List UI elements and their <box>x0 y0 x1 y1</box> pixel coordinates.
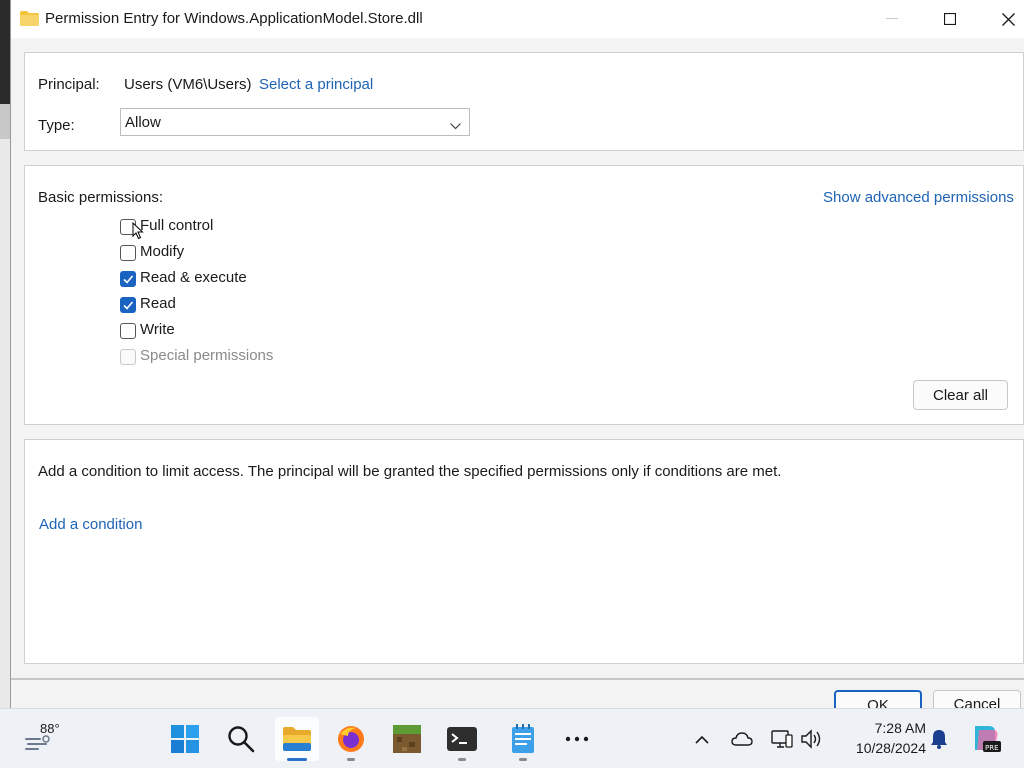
taskbar-file-explorer[interactable] <box>275 717 319 761</box>
volume-tray[interactable] <box>798 725 826 753</box>
checkmark-icon <box>123 301 134 310</box>
condition-description: Add a condition to limit access. The pri… <box>38 463 782 480</box>
show-hidden-icons-button[interactable] <box>688 725 716 753</box>
permission-label: Write <box>140 321 175 338</box>
type-label: Type: <box>38 117 75 134</box>
permissions-panel: Basic permissions: Show advanced permiss… <box>24 165 1024 425</box>
file-explorer-icon <box>283 727 311 751</box>
taskbar-terminal[interactable] <box>440 717 484 761</box>
clock[interactable]: 7:28 AM 10/28/2024 <box>836 718 926 758</box>
weather-widget[interactable]: 88° <box>22 719 72 759</box>
add-condition-link[interactable]: Add a condition <box>39 516 142 533</box>
basic-permissions-heading: Basic permissions: <box>38 189 164 206</box>
special-permissions-checkbox <box>120 349 136 365</box>
taskbar-start[interactable] <box>163 717 207 761</box>
principal-label: Principal: <box>38 76 100 93</box>
checkmark-icon <box>123 275 134 284</box>
bell-icon <box>931 730 947 749</box>
type-value: Allow <box>125 114 161 131</box>
cloud-icon <box>731 732 753 746</box>
window-title: Permission Entry for Windows.Application… <box>45 10 423 27</box>
maximize-icon <box>944 13 956 25</box>
speaker-icon <box>801 729 821 749</box>
more-icon <box>565 736 589 742</box>
notepad-icon <box>512 724 534 753</box>
running-indicator <box>519 758 527 761</box>
condition-panel: Add a condition to limit access. The pri… <box>24 439 1024 664</box>
chevron-up-icon <box>695 735 709 744</box>
running-indicator <box>458 758 466 761</box>
close-icon <box>1001 12 1015 26</box>
minimize-icon <box>886 18 898 19</box>
taskbar-notepad[interactable] <box>501 717 545 761</box>
read-execute-checkbox[interactable] <box>120 271 136 287</box>
permission-label: Full control <box>140 217 214 234</box>
active-indicator <box>287 758 307 761</box>
network-tray[interactable] <box>768 725 796 753</box>
type-dropdown[interactable]: Allow <box>120 108 470 136</box>
permission-label: Special permissions <box>140 347 274 364</box>
folder-icon <box>20 11 39 26</box>
taskbar-search[interactable] <box>219 717 263 761</box>
clear-all-button[interactable]: Clear all <box>913 380 1008 410</box>
firefox-icon <box>338 726 364 752</box>
network-icon <box>771 730 793 748</box>
notifications-button[interactable] <box>925 725 953 753</box>
background-window-strip <box>0 0 10 708</box>
permission-entry-dialog: Permission Entry for Windows.Application… <box>10 0 1024 708</box>
running-indicator <box>347 758 355 761</box>
write-checkbox[interactable] <box>120 323 136 339</box>
divider <box>11 678 1024 680</box>
chevron-down-icon <box>450 117 461 134</box>
maximize-button[interactable] <box>921 0 979 38</box>
permission-label: Modify <box>140 243 185 260</box>
clock-date: 10/28/2024 <box>855 740 926 756</box>
principal-value: Users (VM6\Users) <box>124 76 252 93</box>
copilot-button[interactable]: PRE <box>968 721 1002 755</box>
close-button[interactable] <box>979 0 1024 38</box>
permission-label: Read & execute <box>140 269 247 286</box>
show-advanced-permissions-link[interactable]: Show advanced permissions <box>823 189 1014 206</box>
permission-label: Read <box>140 295 176 312</box>
onedrive-tray[interactable] <box>728 725 756 753</box>
principal-panel: Principal: Users (VM6\Users) Select a pr… <box>24 52 1024 151</box>
taskbar-more[interactable] <box>555 717 599 761</box>
svg-text:PRE: PRE <box>985 744 999 752</box>
cancel-button[interactable]: Cancel <box>933 690 1021 708</box>
weather-wind-icon <box>25 735 50 750</box>
read-checkbox[interactable] <box>120 297 136 313</box>
minecraft-icon <box>393 725 421 753</box>
title-bar[interactable]: Permission Entry for Windows.Application… <box>11 0 1024 38</box>
clock-time: 7:28 AM <box>874 720 926 736</box>
start-icon <box>171 725 199 753</box>
taskbar-firefox[interactable] <box>329 717 373 761</box>
ok-button[interactable]: OK <box>834 690 922 708</box>
search-icon <box>228 726 255 753</box>
terminal-icon <box>447 727 477 751</box>
taskbar: 88° 7:28 AM 10/28/2024 PRE <box>0 708 1024 768</box>
minimize-button[interactable] <box>863 0 921 38</box>
weather-temperature: 88° <box>40 721 60 736</box>
taskbar-minecraft[interactable] <box>385 717 429 761</box>
select-principal-link[interactable]: Select a principal <box>259 76 373 93</box>
modify-checkbox[interactable] <box>120 245 136 261</box>
copilot-icon: PRE <box>975 726 1001 752</box>
mouse-cursor-icon <box>132 221 144 244</box>
